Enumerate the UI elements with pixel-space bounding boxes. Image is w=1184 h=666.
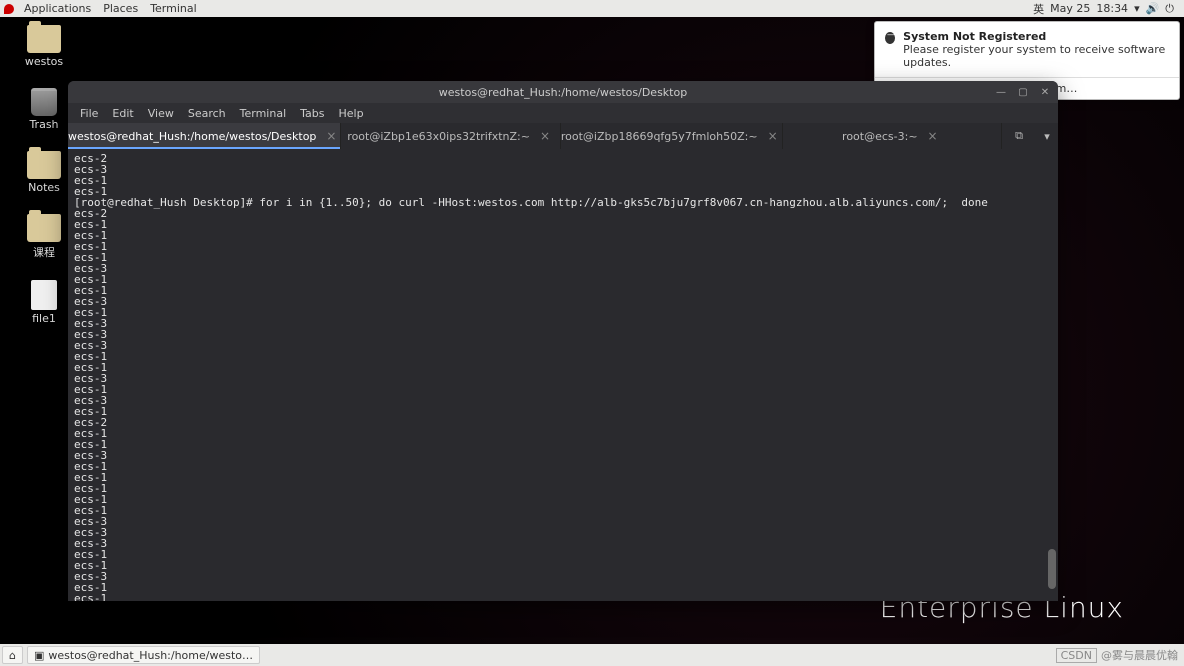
watermark: CSDN@雾与晨晨优翰: [1056, 647, 1178, 663]
terminal-menubar: FileEditViewSearchTerminalTabsHelp: [68, 103, 1058, 123]
tab-label: root@iZbp1e63x0ips32trifxtnZ:~: [347, 130, 530, 143]
terminal-menu-help[interactable]: Help: [333, 105, 370, 122]
gnome-topbar: Applications Places Terminal 英 May 25 18…: [0, 0, 1184, 17]
tab-label: root@ecs-3:~: [842, 130, 918, 143]
tab-close-icon[interactable]: ×: [322, 129, 340, 143]
tab-label: westos@redhat_Hush:/home/westos/Desktop: [68, 130, 316, 143]
window-maximize-button[interactable]: ▢: [1016, 85, 1030, 99]
desktop-icon-Notes[interactable]: Notes: [16, 151, 72, 194]
tab-menu-button[interactable]: ▾: [1036, 123, 1058, 149]
desktop-icon-Trash[interactable]: Trash: [16, 88, 72, 131]
notification-title: System Not Registered: [903, 30, 1169, 43]
topbar-places[interactable]: Places: [97, 2, 144, 15]
tab-label: root@iZbp18669qfg5y7fmloh50Z:~: [561, 130, 758, 143]
ime-indicator[interactable]: 英: [1033, 1, 1044, 17]
window-close-button[interactable]: ✕: [1038, 85, 1052, 99]
tab-close-icon[interactable]: ×: [536, 129, 554, 143]
desktop-icon-file1[interactable]: file1: [16, 280, 72, 325]
desktop-icon-label: file1: [32, 312, 56, 325]
terminal-menu-search[interactable]: Search: [182, 105, 232, 122]
bottom-taskbar: ⌂ ▣ westos@redhat_Hush:/home/westo… CSDN…: [0, 644, 1184, 666]
terminal-menu-file[interactable]: File: [74, 105, 104, 122]
window-minimize-button[interactable]: —: [994, 85, 1008, 99]
terminal-titlebar[interactable]: westos@redhat_Hush:/home/westos/Desktop …: [68, 81, 1058, 103]
desktop-area: westosTrashNotes课程file1 Enterprise Linux…: [0, 17, 1184, 644]
folder-icon: [27, 151, 61, 179]
folder-icon: [27, 25, 61, 53]
distro-logo-icon: [4, 4, 14, 14]
terminal-tab-3[interactable]: root@ecs-3:~ ×: [783, 123, 1002, 149]
taskbar-terminal-entry[interactable]: ▣ westos@redhat_Hush:/home/westo…: [27, 646, 260, 664]
terminal-icon: ▣: [34, 649, 44, 662]
desktop-icon-label: Notes: [28, 181, 60, 194]
terminal-scrollbar[interactable]: [1048, 149, 1056, 601]
terminal-tab-0[interactable]: westos@redhat_Hush:/home/westos/Desktop ×: [68, 123, 341, 149]
terminal-scrollbar-thumb[interactable]: [1048, 549, 1056, 589]
trash-icon: [31, 88, 57, 116]
topbar-terminal[interactable]: Terminal: [144, 2, 203, 15]
terminal-tabbar: westos@redhat_Hush:/home/westos/Desktop ×…: [68, 123, 1058, 149]
taskbar-entry-label: westos@redhat_Hush:/home/westo…: [48, 649, 253, 662]
desktop-icon-课程[interactable]: 课程: [16, 214, 72, 260]
tab-close-icon[interactable]: ×: [764, 129, 782, 143]
alert-icon: [885, 32, 895, 44]
new-tab-button[interactable]: ⧉: [1002, 123, 1036, 149]
desktop-icon-westos[interactable]: westos: [16, 25, 72, 68]
terminal-tab-1[interactable]: root@iZbp1e63x0ips32trifxtnZ:~ ×: [341, 123, 560, 149]
terminal-menu-tabs[interactable]: Tabs: [294, 105, 330, 122]
file-icon: [31, 280, 57, 310]
topbar-applications[interactable]: Applications: [18, 2, 97, 15]
show-desktop-button[interactable]: ⌂: [2, 646, 23, 664]
terminal-viewport[interactable]: ecs-2 ecs-3 ecs-1 ecs-1 [root@redhat_Hus…: [68, 149, 1058, 601]
terminal-menu-edit[interactable]: Edit: [106, 105, 139, 122]
folder-icon: [27, 214, 61, 242]
terminal-menu-terminal[interactable]: Terminal: [234, 105, 293, 122]
tab-close-icon[interactable]: ×: [924, 129, 942, 143]
network-icon[interactable]: ▾: [1134, 2, 1140, 15]
power-icon[interactable]: ⏻: [1165, 2, 1174, 16]
terminal-menu-view[interactable]: View: [142, 105, 180, 122]
desktop-icon-label: Trash: [29, 118, 58, 131]
topbar-tray: 英 May 25 18:34 ▾ 🔊 ⏻: [1033, 1, 1180, 17]
desktop-icon-label: 课程: [33, 244, 55, 260]
terminal-tab-2[interactable]: root@iZbp18669qfg5y7fmloh50Z:~ ×: [561, 123, 783, 149]
terminal-output: ecs-2 ecs-3 ecs-1 ecs-1 [root@redhat_Hus…: [74, 153, 1052, 601]
terminal-title-text: westos@redhat_Hush:/home/westos/Desktop: [439, 86, 687, 99]
volume-icon[interactable]: 🔊: [1146, 2, 1160, 15]
desktop-icon-label: westos: [25, 55, 63, 68]
terminal-window: westos@redhat_Hush:/home/westos/Desktop …: [68, 81, 1058, 601]
topbar-date[interactable]: May 25: [1050, 2, 1090, 15]
topbar-time[interactable]: 18:34: [1096, 2, 1128, 15]
notification-message: Please register your system to receive s…: [903, 43, 1169, 69]
